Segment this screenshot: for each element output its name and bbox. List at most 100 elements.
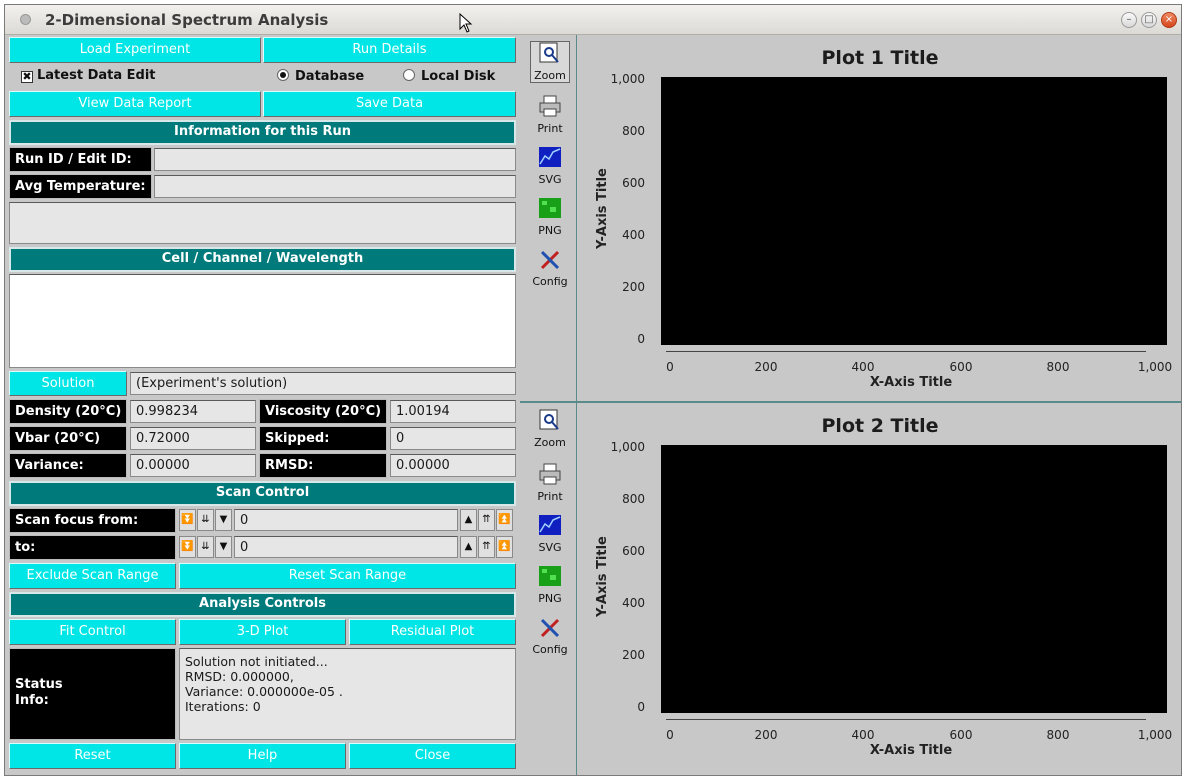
view-data-report-button[interactable]: View Data Report <box>9 91 261 117</box>
plot2-x-tick: 800 <box>1046 728 1070 742</box>
local-disk-radio[interactable]: Local Disk <box>403 66 495 88</box>
plot2-print-button[interactable]: Print <box>530 463 570 503</box>
scan-from-field[interactable]: 0 <box>234 509 458 531</box>
avg-temperature-label: Avg Temperature: <box>9 174 152 199</box>
plot2-config-button[interactable]: Config <box>530 616 570 656</box>
plot2-png-button[interactable]: PNG <box>530 565 570 605</box>
load-experiment-button[interactable]: Load Experiment <box>9 37 261 63</box>
scan-to-page-up-icon[interactable]: ⇈ <box>478 536 495 558</box>
svg-label: SVG <box>538 173 562 186</box>
plot1-canvas[interactable] <box>661 77 1167 345</box>
plot2-zoom-button[interactable]: Zoom <box>530 409 570 449</box>
scan-from-fast-up-icon[interactable]: ⏫ <box>496 509 513 531</box>
status-line: Variance: 0.000000e-05 . <box>185 684 343 699</box>
plot1-x-tick: 200 <box>754 360 778 374</box>
plot2-svg-button[interactable]: SVG <box>530 514 570 554</box>
scan-to-up-icon[interactable]: ▲ <box>460 536 477 558</box>
exclude-scan-range-button[interactable]: Exclude Scan Range <box>9 563 176 589</box>
density-field[interactable]: 0.998234 <box>130 400 256 423</box>
zoom-label: Zoom <box>534 69 566 82</box>
plot2-x-tick: 200 <box>754 728 778 742</box>
save-data-button[interactable]: Save Data <box>263 91 516 117</box>
scan-to-fast-up-icon[interactable]: ⏫ <box>496 536 513 558</box>
plot1-title: Plot 1 Title <box>821 47 939 69</box>
app-window: 2-Dimensional Spectrum Analysis – □ × Lo… <box>4 4 1182 776</box>
variance-label: Variance: <box>9 453 127 478</box>
latest-edit-checkbox[interactable]: ✖ Latest Data Edit <box>21 65 156 87</box>
run-info-header: Information for this Run <box>9 120 516 145</box>
config-tools-icon <box>540 618 560 638</box>
checkbox-check-icon: ✖ <box>21 70 33 83</box>
reset-scan-range-button[interactable]: Reset Scan Range <box>179 563 516 589</box>
status-line: Solution not initiated... <box>185 654 328 669</box>
analysis-controls-header: Analysis Controls <box>9 592 516 617</box>
png-export-icon <box>539 566 561 586</box>
status-line: Iterations: 0 <box>185 699 261 714</box>
plot1-zoom-button[interactable]: Zoom <box>530 41 570 83</box>
rmsd-field: 0.00000 <box>390 454 516 477</box>
database-radio[interactable]: Database <box>277 66 364 88</box>
vbar-field[interactable]: 0.72000 <box>130 427 256 450</box>
png-label: PNG <box>538 224 562 237</box>
plot1-y-tick: 1,000 <box>610 72 645 86</box>
config-label: Config <box>532 275 568 288</box>
residual-plot-button[interactable]: Residual Plot <box>349 619 516 645</box>
status-info-text: Solution not initiated... RMSD: 0.000000… <box>179 648 516 740</box>
plot1-png-button[interactable]: PNG <box>530 197 570 237</box>
plot1-config-button[interactable]: Config <box>530 248 570 288</box>
maximize-icon[interactable]: □ <box>1141 12 1157 28</box>
cell-channel-list[interactable] <box>9 274 516 368</box>
plot2-toolbar: Zoom Print SVG PNG Config <box>520 403 577 775</box>
plot1-print-button[interactable]: Print <box>530 95 570 135</box>
plot2-x-tick: 600 <box>949 728 973 742</box>
run-details-button[interactable]: Run Details <box>263 37 516 63</box>
plot2-x-axis-title: X-Axis Title <box>869 743 953 758</box>
avg-temperature-field[interactable] <box>154 175 516 198</box>
scan-from-page-down-icon[interactable]: ⇊ <box>197 509 214 531</box>
plot2-y-tick: 400 <box>622 596 645 610</box>
scan-to-fast-down-icon[interactable]: ⏬ <box>179 536 196 558</box>
plot2-y-tick: 1,000 <box>610 440 645 454</box>
scan-to-page-down-icon[interactable]: ⇊ <box>197 536 214 558</box>
run-description-box[interactable] <box>9 202 516 244</box>
plot2-panel: Plot 2 Title Y-Axis Title 1,000 800 600 … <box>579 403 1181 775</box>
radio-off-icon <box>403 69 415 81</box>
skipped-field: 0 <box>390 427 516 450</box>
minimize-icon[interactable]: – <box>1121 12 1137 28</box>
plot1-svg-button[interactable]: SVG <box>530 146 570 186</box>
viscosity-field[interactable]: 1.00194 <box>390 400 516 423</box>
help-button[interactable]: Help <box>179 743 346 769</box>
latest-edit-label: Latest Data Edit <box>37 68 156 83</box>
window-menu-icon[interactable] <box>20 14 31 25</box>
plot2-canvas[interactable] <box>661 445 1167 713</box>
status-info-label: Status Info: <box>9 648 176 740</box>
fit-control-button[interactable]: Fit Control <box>9 619 176 645</box>
scan-to-field[interactable]: 0 <box>234 536 458 558</box>
scan-from-page-up-icon[interactable]: ⇈ <box>478 509 495 531</box>
reset-button[interactable]: Reset <box>9 743 176 769</box>
print-label: Print <box>537 490 563 503</box>
close-window-icon[interactable]: × <box>1161 12 1177 28</box>
database-label: Database <box>295 69 365 84</box>
scan-to-down-icon[interactable]: ▼ <box>215 536 232 558</box>
solution-button[interactable]: Solution <box>9 371 127 396</box>
status-line: RMSD: 0.000000, <box>185 669 294 684</box>
plot1-y-tick: 400 <box>622 228 645 242</box>
close-button[interactable]: Close <box>349 743 516 769</box>
zoom-label: Zoom <box>534 436 566 449</box>
plot2-x-tick: 0 <box>666 728 674 742</box>
3d-plot-button[interactable]: 3-D Plot <box>179 619 346 645</box>
scan-from-down-icon[interactable]: ▼ <box>215 509 232 531</box>
run-id-field[interactable] <box>154 148 516 171</box>
printer-icon <box>539 463 561 485</box>
density-label: Density (20°C) <box>9 399 127 424</box>
scan-from-fast-down-icon[interactable]: ⏬ <box>179 509 196 531</box>
plot1-x-tick: 800 <box>1046 360 1070 374</box>
local-disk-label: Local Disk <box>421 69 496 84</box>
printer-icon <box>539 95 561 117</box>
status-label-line1: Status <box>15 677 63 692</box>
variance-field: 0.00000 <box>130 454 256 477</box>
scan-from-up-icon[interactable]: ▲ <box>460 509 477 531</box>
control-panel: Load Experiment Run Details ✖ Latest Data… <box>5 35 520 775</box>
plot1-x-tick: 600 <box>949 360 973 374</box>
